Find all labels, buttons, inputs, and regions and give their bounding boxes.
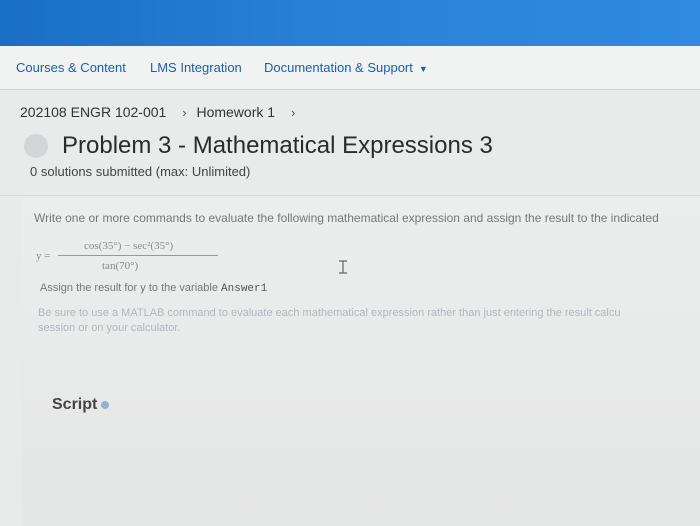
nav-docs-label: Documentation & Support	[264, 60, 413, 75]
note-line-2: session or on your calculator.	[38, 322, 181, 334]
nav-bar: Courses & Content LMS Integration Docume…	[0, 46, 700, 90]
assign-mid: to the variable	[148, 282, 218, 294]
nav-lms-link[interactable]: LMS Integration	[150, 60, 242, 75]
solutions-count: 0 solutions submitted (max: Unlimited)	[30, 164, 251, 179]
top-banner	[0, 0, 700, 46]
caret-down-icon: ▼	[418, 64, 428, 74]
problem-instruction: Write one or more commands to evaluate t…	[34, 211, 659, 225]
matlab-note: Be sure to use a MATLAB command to evalu…	[38, 306, 700, 336]
equation-denominator: tan(70°)	[102, 260, 139, 272]
breadcrumb: 202108 ENGR 102-001 › Homework 1 ›	[20, 104, 301, 120]
nav-docs-link[interactable]: Documentation & Support ▼	[264, 60, 428, 75]
assign-instruction: Assign the result for y to the variable …	[40, 282, 267, 295]
equation-lhs: y =	[36, 250, 51, 262]
fraction-bar	[58, 255, 218, 256]
breadcrumb-course[interactable]: 202108 ENGR 102-001	[20, 104, 166, 120]
nav-courses-link[interactable]: Courses & Content	[16, 60, 126, 75]
assign-var: y	[140, 282, 146, 294]
script-section-label: Script	[52, 396, 110, 414]
assign-variable-name: Answer1	[221, 283, 268, 295]
page-title: Problem 3 - Mathematical Expressions 3	[62, 132, 493, 159]
text-cursor-icon	[339, 260, 347, 274]
status-circle-icon	[24, 134, 48, 158]
chevron-right-icon: ›	[182, 105, 187, 120]
info-icon[interactable]	[101, 400, 110, 409]
equation-numerator: cos(35°) − sec²(35°)	[84, 240, 174, 252]
note-line-1: Be sure to use a MATLAB command to evalu…	[38, 307, 621, 319]
breadcrumb-homework[interactable]: Homework 1	[196, 104, 275, 120]
chevron-right-icon: ›	[290, 105, 296, 120]
script-label-text: Script	[52, 396, 98, 413]
divider	[0, 195, 700, 196]
assign-prefix: Assign the result for	[40, 282, 138, 294]
